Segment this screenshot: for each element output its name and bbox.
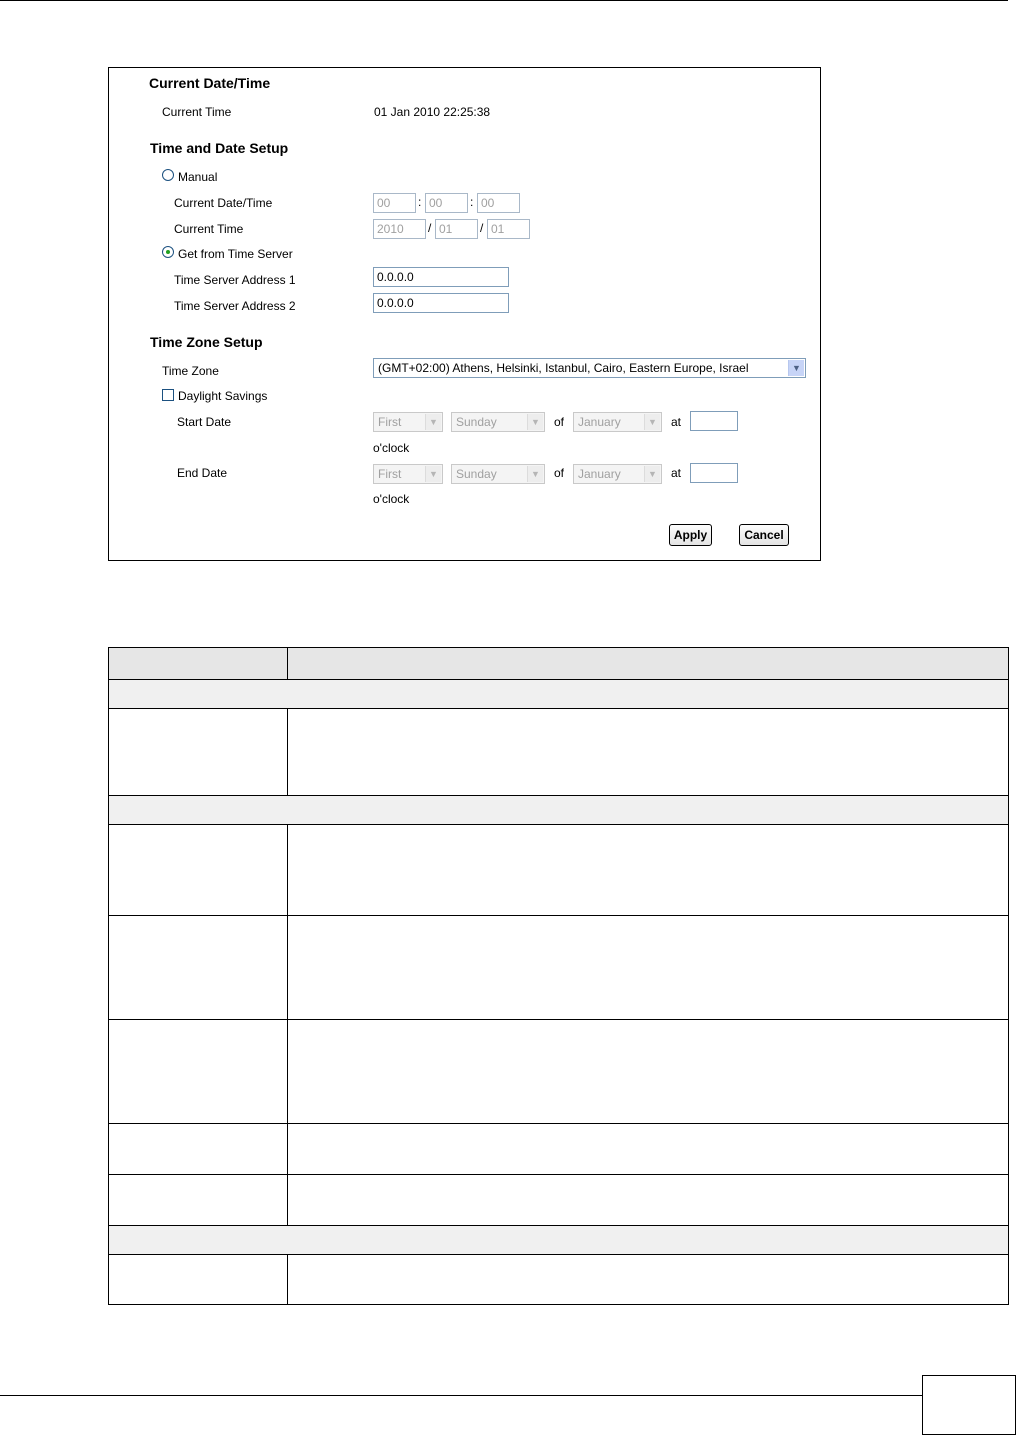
table-section-row	[108, 1225, 1009, 1255]
start-date-label: Start Date	[177, 415, 232, 429]
table-cell	[108, 708, 288, 796]
table-section-cell	[108, 679, 1009, 709]
table-row	[108, 915, 1009, 1020]
server1-input[interactable]: 0.0.0.0	[373, 267, 509, 287]
date-separator: /	[428, 221, 432, 235]
table-cell	[108, 1019, 288, 1124]
end-date-label: End Date	[177, 466, 228, 480]
start-month-value: January	[578, 415, 621, 429]
apply-button[interactable]: Apply	[669, 524, 712, 546]
description-table	[108, 647, 1009, 1305]
current-datetime-title: Current Date/Time	[149, 75, 271, 91]
table-header-cell	[108, 647, 288, 680]
chevron-down-icon: ▼	[644, 466, 660, 482]
start-week-value: First	[378, 415, 402, 429]
server2-label: Time Server Address 2	[174, 299, 296, 313]
time-zone-setup-title: Time Zone Setup	[150, 334, 263, 350]
start-oclock-text: o'clock	[373, 441, 410, 455]
of-text: of	[554, 415, 565, 429]
start-month-select[interactable]: January ▼	[573, 412, 662, 432]
date-separator: /	[480, 221, 484, 235]
start-day-select[interactable]: Sunday ▼	[451, 412, 545, 432]
end-week-value: First	[378, 467, 402, 481]
month-input[interactable]: 01	[435, 219, 478, 239]
time-separator: :	[470, 195, 474, 209]
table-header-row	[108, 647, 1009, 680]
start-day-value: Sunday	[456, 415, 497, 429]
table-row	[108, 1019, 1009, 1124]
cancel-button[interactable]: Cancel	[739, 524, 789, 546]
day-input[interactable]: 01	[487, 219, 530, 239]
manual-label: Manual	[178, 170, 218, 184]
table-cell	[108, 1174, 288, 1226]
chevron-down-icon: ▼	[527, 466, 543, 482]
server1-label: Time Server Address 1	[174, 273, 296, 287]
end-day-value: Sunday	[456, 467, 497, 481]
table-section-row	[108, 679, 1009, 709]
time-server-radio[interactable]	[162, 246, 174, 258]
chevron-down-icon: ▼	[644, 414, 660, 430]
table-cell	[287, 1019, 1009, 1124]
start-hour-input[interactable]	[690, 411, 738, 431]
bottom-rule	[0, 1395, 922, 1396]
current-time-value: 01 Jan 2010 22:25:38	[374, 105, 491, 119]
end-week-select[interactable]: First ▼	[373, 464, 443, 484]
time-zone-label: Time Zone	[162, 364, 219, 378]
table-cell	[287, 708, 1009, 796]
hour-input[interactable]: 00	[373, 193, 416, 213]
table-row	[108, 1254, 1009, 1305]
end-oclock-text: o'clock	[373, 492, 410, 506]
time-server-label: Get from Time Server	[178, 247, 293, 261]
table-row	[108, 1174, 1009, 1226]
table-cell	[108, 1123, 288, 1175]
table-row	[108, 708, 1009, 796]
end-day-select[interactable]: Sunday ▼	[451, 464, 545, 484]
table-cell	[108, 915, 288, 1020]
table-row	[108, 1123, 1009, 1175]
at-text: at	[671, 415, 682, 429]
year-input[interactable]: 2010	[373, 219, 426, 239]
page-number-box	[922, 1375, 1016, 1435]
current-time-label: Current Time	[162, 105, 232, 119]
date-time-panel: Current Date/Time Current Time 01 Jan 20…	[108, 67, 821, 561]
end-month-value: January	[578, 467, 621, 481]
time-zone-select[interactable]: (GMT+02:00) Athens, Helsinki, Istanbul, …	[373, 358, 806, 378]
table-cell	[287, 1123, 1009, 1175]
chevron-down-icon: ▼	[425, 466, 441, 482]
manual-current-time-label: Current Time	[174, 222, 244, 236]
table-cell	[287, 1174, 1009, 1226]
table-header-cell	[287, 647, 1009, 680]
table-cell	[287, 824, 1009, 916]
time-zone-select-value: (GMT+02:00) Athens, Helsinki, Istanbul, …	[378, 361, 749, 375]
server2-input[interactable]: 0.0.0.0	[373, 293, 509, 313]
table-cell	[108, 824, 288, 916]
table-cell	[287, 915, 1009, 1020]
daylight-savings-label: Daylight Savings	[178, 389, 268, 403]
start-week-select[interactable]: First ▼	[373, 412, 443, 432]
top-rule	[0, 0, 1008, 1]
table-section-row	[108, 795, 1009, 825]
end-month-select[interactable]: January ▼	[573, 464, 662, 484]
daylight-savings-checkbox[interactable]	[162, 389, 174, 401]
table-cell	[287, 1254, 1009, 1305]
table-section-cell	[108, 795, 1009, 825]
table-cell	[108, 1254, 288, 1305]
chevron-down-icon: ▼	[425, 414, 441, 430]
time-separator: :	[418, 195, 422, 209]
of-text: of	[554, 466, 565, 480]
second-input[interactable]: 00	[477, 193, 520, 213]
chevron-down-icon: ▼	[527, 414, 543, 430]
manual-radio[interactable]	[162, 169, 174, 181]
table-row	[108, 824, 1009, 916]
at-text: at	[671, 466, 682, 480]
manual-current-datetime-label: Current Date/Time	[174, 196, 273, 210]
time-date-setup-title: Time and Date Setup	[150, 140, 289, 156]
minute-input[interactable]: 00	[425, 193, 468, 213]
chevron-down-icon: ▼	[788, 360, 804, 376]
table-section-cell	[108, 1225, 1009, 1255]
end-hour-input[interactable]	[690, 463, 738, 483]
